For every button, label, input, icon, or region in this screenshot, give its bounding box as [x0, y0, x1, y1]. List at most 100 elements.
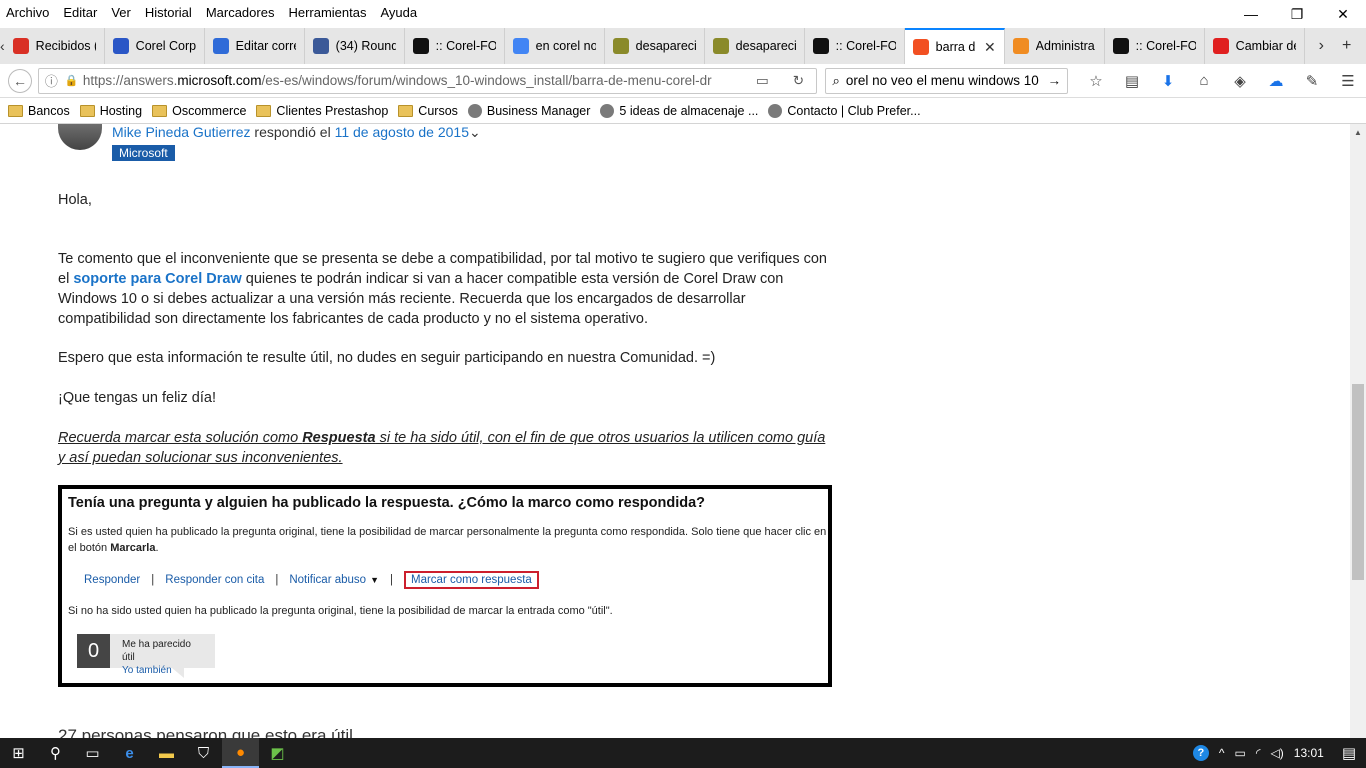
menu-historial[interactable]: Historial	[145, 5, 192, 20]
bookmark-5[interactable]: Business Manager	[467, 103, 590, 118]
wifi-icon[interactable]: ◜	[1256, 746, 1261, 760]
bookmark-label: Contacto | Club Prefer...	[787, 103, 921, 118]
bookmark-label: Oscommerce	[172, 103, 247, 118]
reload-icon[interactable]: ↻	[780, 73, 816, 89]
close-window-button[interactable]: ✕	[1320, 0, 1366, 28]
screenshot-icon[interactable]: ☁	[1258, 72, 1294, 90]
home-icon[interactable]: ⌂	[1186, 72, 1222, 89]
navigation-bar: ← ⓘ 🔒 https://answers.microsoft.com/es-e…	[0, 64, 1366, 98]
help-question-icon[interactable]: ?	[1192, 745, 1209, 761]
post-paragraph-2: Espero que esta información te resulte ú…	[58, 350, 716, 366]
extension-icon[interactable]: ✎	[1294, 72, 1330, 90]
corel-support-link[interactable]: soporte para Corel Draw	[73, 271, 241, 287]
helpful-label: Me ha parecido útil	[122, 639, 191, 663]
url-text[interactable]: https://answers.microsoft.com/es-es/wind…	[83, 73, 744, 88]
restore-button[interactable]: ❐	[1274, 0, 1320, 28]
bookmark-7[interactable]: Contacto | Club Prefer...	[768, 103, 921, 118]
bookmark-6[interactable]: 5 ideas de almacenaje ...	[600, 103, 758, 118]
chevron-up-icon[interactable]: ^	[1219, 746, 1225, 760]
tab-12[interactable]: Cambiar de	[1205, 28, 1305, 64]
reader-view-icon[interactable]: ▭	[744, 73, 780, 89]
firefox-icon[interactable]: ●	[222, 738, 259, 768]
task-view-icon[interactable]: ▭	[74, 738, 111, 768]
menu-ver[interactable]: Ver	[111, 5, 131, 20]
info-icon[interactable]: ⓘ	[45, 71, 65, 90]
tab-10[interactable]: Administra	[1005, 28, 1105, 64]
store-icon[interactable]: ⛉	[185, 738, 222, 768]
help-paragraph-1: Si es usted quien ha publicado la pregun…	[68, 526, 827, 554]
tab-label: :: Corel-FO	[435, 39, 496, 53]
tab-label: Recibidos (	[35, 39, 96, 53]
vertical-scrollbar[interactable]: ▲	[1350, 124, 1366, 738]
tab-2[interactable]: Editar corre	[205, 28, 305, 64]
bookmark-4[interactable]: Cursos	[398, 104, 458, 118]
globe-icon	[600, 103, 615, 118]
close-tab-icon[interactable]: ✕	[984, 39, 996, 56]
menu-ayuda[interactable]: Ayuda	[380, 5, 417, 20]
scroll-up-arrow-icon[interactable]: ▲	[1350, 124, 1366, 141]
hamburger-menu-icon[interactable]: ☰	[1330, 72, 1366, 90]
search-input[interactable]: orel no veo el menu windows 10	[846, 73, 1039, 88]
menu-archivo[interactable]: Archivo	[6, 5, 49, 20]
search-icon[interactable]: ⚲	[37, 738, 74, 768]
tab-3[interactable]: (34) Round	[305, 28, 405, 64]
tab-9[interactable]: barra d ✕	[904, 28, 1005, 64]
url-bar[interactable]: ⓘ 🔒 https://answers.microsoft.com/es-es/…	[37, 67, 818, 94]
tab-label: desaparecio	[635, 39, 696, 53]
page-content: Mike Pineda Gutierrez respondió el 11 de…	[0, 124, 1350, 738]
me-too-link: Yo también	[122, 665, 172, 676]
back-arrow-icon[interactable]: ←	[8, 68, 32, 93]
battery-icon[interactable]: ▭	[1235, 746, 1246, 760]
search-box[interactable]: ⌕ orel no veo el menu windows 10 →	[825, 67, 1068, 94]
help-heading: Tenía una pregunta y alguien ha publicad…	[68, 495, 706, 511]
tab-6[interactable]: desaparecio	[605, 28, 705, 64]
tab-label: :: Corel-FO	[835, 39, 896, 53]
clock[interactable]: 13:01	[1294, 746, 1324, 760]
volume-icon[interactable]: ◁)	[1271, 746, 1284, 760]
download-arrow-icon[interactable]: ⬇	[1150, 72, 1186, 90]
bookmark-star-icon[interactable]: ☆	[1078, 72, 1114, 90]
windows-start-icon[interactable]: ⊞	[0, 738, 37, 768]
menu-herramientas[interactable]: Herramientas	[288, 5, 366, 20]
search-go-arrow-icon[interactable]: →	[1048, 73, 1062, 88]
bookmark-label: Hosting	[99, 103, 143, 118]
tab-11[interactable]: :: Corel-FO	[1105, 28, 1205, 64]
mark-as-answer-link: Marcar como respuesta	[404, 571, 539, 589]
edge-browser-icon[interactable]: e	[111, 738, 148, 768]
corel-icon	[112, 38, 129, 54]
search-icon: ⌕	[832, 72, 840, 88]
library-icon[interactable]: ▤	[1114, 72, 1150, 90]
tab-7[interactable]: desaparecio	[705, 28, 805, 64]
bookmark-0[interactable]: Bancos	[8, 104, 70, 118]
post-paragraph-1: Te comento que el inconveniente que se p…	[58, 251, 827, 327]
pocket-icon[interactable]: ◈	[1222, 72, 1258, 90]
author-link[interactable]: Mike Pineda Gutierrez	[112, 124, 251, 140]
tab-4[interactable]: :: Corel-FO	[405, 28, 505, 64]
bookmark-label: Bancos	[28, 103, 70, 118]
post-paragraph-4: Recuerda marcar esta solución como Respu…	[58, 430, 826, 466]
lock-icon[interactable]: 🔒	[65, 74, 83, 87]
bookmark-3[interactable]: Clientes Prestashop	[256, 104, 388, 118]
avatar[interactable]	[58, 124, 102, 150]
menu-editar[interactable]: Editar	[63, 5, 97, 20]
bookmark-1[interactable]: Hosting	[79, 103, 143, 118]
new-tab-icon[interactable]: +	[1342, 37, 1351, 55]
file-explorer-icon[interactable]: ▬	[148, 738, 185, 768]
globe-icon	[768, 103, 783, 118]
bookmark-2[interactable]: Oscommerce	[152, 104, 246, 118]
tab-8[interactable]: :: Corel-FO	[805, 28, 905, 64]
menu-marcadores[interactable]: Marcadores	[206, 5, 275, 20]
chevron-down-icon[interactable]: ⌄	[469, 124, 481, 140]
tab-scroll-right-icon[interactable]: ›	[1319, 37, 1324, 55]
reply-date-link[interactable]: 11 de agosto de 2015	[335, 124, 469, 140]
tab-1[interactable]: Corel Corp	[105, 28, 205, 64]
helpful-widget: 0 Me ha parecido útil Yo también	[77, 634, 215, 676]
tab-0[interactable]: Recibidos (	[5, 28, 105, 64]
bookmark-label: Clientes Prestashop	[276, 103, 389, 118]
minimize-button[interactable]: —	[1228, 0, 1274, 28]
tab-5[interactable]: en corel no	[505, 28, 605, 64]
notifications-icon[interactable]: ▤	[1342, 744, 1356, 762]
greeting: Hola,	[58, 192, 92, 208]
green-app-icon[interactable]: ◩	[259, 738, 296, 768]
scroll-thumb[interactable]	[1352, 384, 1364, 580]
